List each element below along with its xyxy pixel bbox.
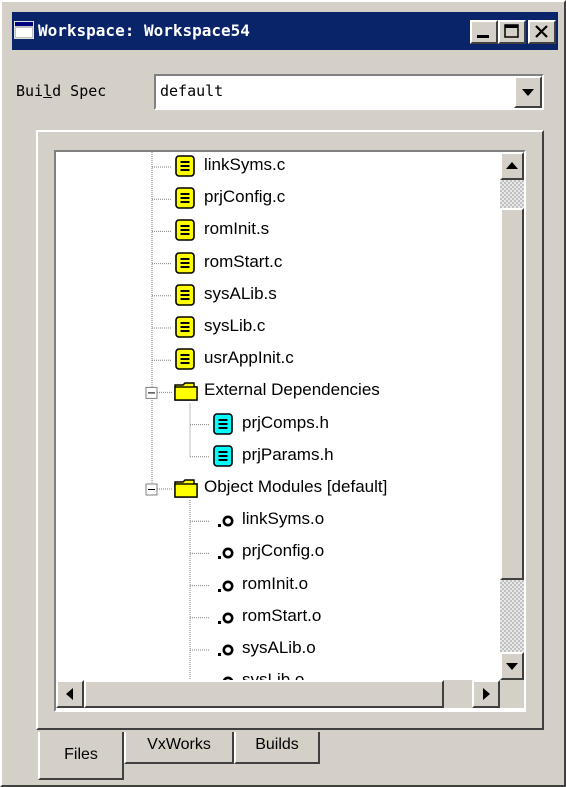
folder-icon: [174, 476, 198, 500]
arrow-left-icon: [66, 688, 73, 700]
tree-item-label: usrAppInit.c: [204, 348, 294, 368]
tab-files[interactable]: Files: [38, 732, 124, 780]
object-file-icon: [212, 508, 234, 532]
close-icon: [535, 25, 548, 38]
scroll-down-button[interactable]: [500, 652, 524, 680]
tab-builds[interactable]: Builds: [234, 732, 320, 764]
tree-item-label: romInit.o: [242, 573, 309, 593]
build-spec-dropdown-button[interactable]: [514, 76, 542, 108]
source-file-icon: [174, 347, 196, 371]
project-tree[interactable]: linkSyms.c prjConfig.c romInit.s romStart.c…: [54, 150, 526, 712]
header-file-icon: [212, 444, 234, 468]
build-spec-label: Build Spec: [16, 82, 107, 100]
project-tree-content: linkSyms.c prjConfig.c romInit.s romStart.c…: [56, 152, 500, 680]
tree-item-label: External Dependencies: [204, 380, 380, 400]
minimize-button[interactable]: [470, 20, 498, 44]
object-file-icon: [212, 637, 234, 661]
tab-vxworks-label: VxWorks: [147, 736, 211, 753]
tree-item-label: sysALib.o: [242, 638, 316, 657]
object-file-icon: [212, 573, 234, 597]
source-file-icon: [174, 186, 196, 210]
maximize-button[interactable]: [498, 20, 526, 44]
window-title: Workspace: Workspace54: [38, 21, 250, 40]
collapse-toggle-icon[interactable]: [145, 386, 158, 399]
scrollbar-corner: [500, 680, 524, 708]
object-file-icon: [212, 540, 234, 564]
title-bar[interactable]: Workspace: Workspace54: [12, 12, 558, 50]
tree-item-label: linkSyms.c: [204, 155, 286, 174]
tree-item-label: sysALib.s: [204, 283, 277, 303]
arrow-down-icon: [506, 663, 518, 670]
tree-item-label: prjComps.h: [242, 412, 329, 432]
scroll-track-top[interactable]: [500, 180, 524, 208]
chevron-down-icon: [522, 89, 534, 96]
tree-item-label: romInit.s: [204, 219, 270, 239]
close-button[interactable]: [528, 20, 556, 44]
tree-item-label: romStart.c: [204, 251, 283, 271]
build-spec-select[interactable]: default: [154, 74, 544, 110]
tab-builds-label: Builds: [255, 736, 299, 753]
tree-item-label: prjParams.h: [242, 444, 334, 464]
tree-item-label: Object Modules [default]: [204, 477, 388, 496]
scroll-track-bottom[interactable]: [500, 580, 524, 652]
arrow-right-icon: [483, 688, 490, 700]
tab-vxworks[interactable]: VxWorks: [124, 732, 234, 764]
source-file-icon: [174, 218, 196, 242]
tree-item-label: linkSyms.o: [242, 509, 325, 529]
source-file-icon: [174, 154, 196, 178]
horizontal-scrollbar[interactable]: [56, 680, 500, 708]
tree-item-label: prjConfig.o: [242, 541, 325, 561]
build-spec-value: default: [160, 82, 224, 100]
folder-icon: [174, 379, 198, 403]
arrow-up-icon: [506, 162, 518, 169]
workspace-icon: [14, 21, 34, 39]
scroll-left-button[interactable]: [56, 680, 84, 708]
tab-files-label: Files: [64, 746, 98, 763]
workspace-window: Workspace: Workspace54 Build Spec defaul…: [0, 0, 566, 787]
collapse-toggle-icon[interactable]: [145, 483, 158, 496]
maximize-icon: [504, 24, 519, 38]
vertical-scrollbar[interactable]: [500, 152, 524, 680]
tree-item-label: sysLib.c: [204, 316, 266, 335]
source-file-icon: [174, 315, 196, 339]
scroll-up-button[interactable]: [500, 152, 524, 180]
tree-item-label: sysLib.o: [242, 670, 305, 680]
horizontal-scroll-thumb[interactable]: [84, 680, 444, 708]
object-file-icon: [212, 605, 234, 629]
scroll-right-button[interactable]: [472, 680, 500, 708]
source-file-icon: [174, 283, 196, 307]
tree-item-label: romStart.o: [242, 605, 322, 625]
vertical-scroll-thumb[interactable]: [500, 208, 524, 580]
source-file-icon: [174, 251, 196, 275]
header-file-icon: [212, 412, 234, 436]
minimize-icon: [477, 35, 489, 38]
object-file-icon: [212, 669, 234, 680]
tree-item-label: prjConfig.c: [204, 187, 286, 207]
